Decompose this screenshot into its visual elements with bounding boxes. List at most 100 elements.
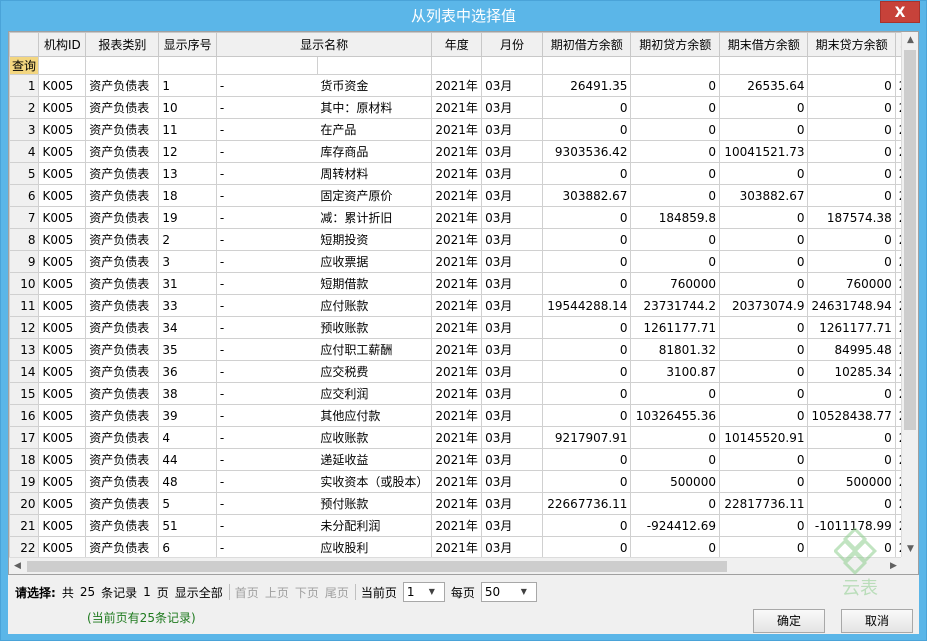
open-debit-cell[interactable]: 0 [541, 316, 632, 339]
year-cell[interactable]: 2021年 [431, 184, 483, 207]
year-cell[interactable]: 2021年 [431, 492, 483, 515]
scroll-up-icon[interactable]: ▲ [902, 32, 918, 49]
report-type-cell[interactable]: 资产负债表 [85, 272, 160, 295]
display-order-cell[interactable]: 48 [158, 470, 217, 493]
close-debit-cell[interactable]: 0 [718, 382, 809, 405]
row-number[interactable]: 4 [9, 140, 40, 163]
current-page-select[interactable]: 1 ▼ [402, 582, 445, 602]
column-header-close-debit[interactable]: 期末借方余额 [718, 32, 809, 57]
display-order-cell[interactable]: 3 [158, 250, 217, 273]
display-order-cell[interactable]: 12 [158, 140, 217, 163]
dash-cell[interactable]: - [215, 294, 318, 317]
report-type-cell[interactable]: 资产负债表 [85, 360, 160, 383]
row-number[interactable]: 15 [9, 382, 40, 405]
query-cell[interactable] [38, 56, 87, 75]
year-cell[interactable]: 2021年 [431, 448, 483, 471]
month-cell[interactable]: 03月 [481, 360, 543, 383]
close-debit-cell[interactable]: 0 [718, 338, 809, 361]
close-debit-cell[interactable]: 0 [718, 272, 809, 295]
report-type-cell[interactable]: 资产负债表 [85, 118, 160, 141]
row-number[interactable]: 19 [9, 470, 40, 493]
year-cell[interactable]: 2021年 [431, 536, 483, 559]
close-debit-cell[interactable]: 0 [718, 118, 809, 141]
close-debit-cell[interactable]: 0 [718, 96, 809, 119]
close-credit-cell[interactable]: 0 [807, 140, 896, 163]
close-debit-cell[interactable]: 0 [718, 448, 809, 471]
display-name-cell[interactable]: 预付账款 [317, 492, 433, 515]
year-cell[interactable]: 2021年 [431, 426, 483, 449]
open-credit-cell[interactable]: 0 [630, 74, 720, 97]
month-cell[interactable]: 03月 [481, 184, 543, 207]
close-debit-cell[interactable]: 0 [718, 250, 809, 273]
dash-cell[interactable]: - [215, 140, 318, 163]
year-cell[interactable]: 2021年 [431, 206, 483, 229]
month-cell[interactable]: 03月 [481, 514, 543, 537]
table-row[interactable]: 3K005资产负债表11-在产品2021年03月000020 [9, 118, 918, 141]
year-cell[interactable]: 2021年 [431, 228, 483, 251]
month-cell[interactable]: 03月 [481, 96, 543, 119]
org-id-cell[interactable]: K005 [38, 96, 87, 119]
title-bar[interactable]: 从列表中选择值 [1, 1, 926, 31]
table-row[interactable]: 21 K005 资产负债表 51- 未分配利润 2021年 03月 0 -924412.69 0-… [9, 514, 918, 537]
close-debit-cell[interactable]: 0 [718, 360, 809, 383]
display-order-cell[interactable]: 35 [158, 338, 217, 361]
table-row[interactable]: 9K005资产负债表3-应收票据2021年03月000020 [9, 250, 918, 273]
open-debit-cell[interactable]: 0 [541, 96, 632, 119]
dash-cell[interactable]: - [215, 316, 318, 339]
open-credit-cell[interactable]: 1261177.71 [630, 316, 720, 339]
display-order-cell[interactable]: 44 [158, 448, 217, 471]
close-debit-cell[interactable]: 0 [718, 404, 809, 427]
dash-cell[interactable]: - [215, 272, 318, 295]
cancel-button[interactable]: 取消 [841, 609, 913, 633]
open-credit-cell[interactable]: 0 [630, 96, 720, 119]
report-type-cell[interactable]: 资产负债表 [85, 536, 160, 559]
open-credit-cell[interactable]: -924412.69 [630, 514, 720, 537]
year-cell[interactable]: 2021年 [431, 294, 483, 317]
month-cell[interactable]: 03月 [481, 206, 543, 229]
table-row[interactable]: 6 K005 资产负债表 18- 固定资产原价 2021年 03月 303882.67 0 303… [9, 184, 918, 207]
dash-cell[interactable]: - [215, 162, 318, 185]
vertical-scrollbar[interactable]: ▲ ▼ [901, 32, 918, 558]
display-name-cell[interactable]: 库存商品 [317, 140, 433, 163]
row-number[interactable]: 1 [9, 74, 40, 97]
org-id-cell[interactable]: K005 [38, 514, 87, 537]
column-header-year[interactable]: 年度 [431, 32, 483, 57]
dash-cell[interactable]: - [215, 228, 318, 251]
month-cell[interactable]: 03月 [481, 316, 543, 339]
table-row[interactable]: 1 K005 资产负债表 1- 货币资金 2021年 03月 26491.35 0 26535.6… [9, 74, 918, 97]
month-cell[interactable]: 03月 [481, 140, 543, 163]
table-row[interactable]: 22K005资产负债表6-应收股利2021年03月000020 [9, 536, 918, 559]
org-id-cell[interactable]: K005 [38, 250, 87, 273]
open-debit-cell[interactable]: 0 [541, 360, 632, 383]
open-credit-cell[interactable]: 760000 [630, 272, 720, 295]
year-cell[interactable]: 2021年 [431, 404, 483, 427]
close-button[interactable]: X [880, 1, 920, 23]
dash-cell[interactable]: - [215, 536, 318, 559]
display-name-cell[interactable]: 减：累计折旧 [317, 206, 433, 229]
open-debit-cell[interactable]: 0 [541, 338, 632, 361]
dash-cell[interactable]: - [215, 514, 318, 537]
open-credit-cell[interactable]: 0 [630, 492, 720, 515]
close-credit-cell[interactable]: 0 [807, 118, 896, 141]
close-credit-cell[interactable]: 760000 [807, 272, 896, 295]
display-order-cell[interactable]: 38 [158, 382, 217, 405]
row-number[interactable]: 6 [9, 184, 40, 207]
open-debit-cell[interactable]: 26491.35 [541, 74, 632, 97]
row-number[interactable]: 21 [9, 514, 40, 537]
close-credit-cell[interactable]: 84995.48 [807, 338, 896, 361]
last-page-link[interactable]: 尾页 [325, 584, 349, 601]
close-debit-cell[interactable]: 0 [718, 316, 809, 339]
report-type-cell[interactable]: 资产负债表 [85, 96, 160, 119]
dash-cell[interactable]: - [215, 118, 318, 141]
row-number[interactable]: 5 [9, 162, 40, 185]
display-order-cell[interactable]: 11 [158, 118, 217, 141]
report-type-cell[interactable]: 资产负债表 [85, 206, 160, 229]
column-header-org-id[interactable]: 机构ID [38, 32, 87, 57]
close-credit-cell[interactable]: 187574.38 [807, 206, 896, 229]
close-credit-cell[interactable]: 500000 [807, 470, 896, 493]
open-credit-cell[interactable]: 3100.87 [630, 360, 720, 383]
open-credit-cell[interactable]: 0 [630, 426, 720, 449]
display-name-cell[interactable]: 短期投资 [317, 228, 433, 251]
display-order-cell[interactable]: 5 [158, 492, 217, 515]
report-type-cell[interactable]: 资产负债表 [85, 140, 160, 163]
